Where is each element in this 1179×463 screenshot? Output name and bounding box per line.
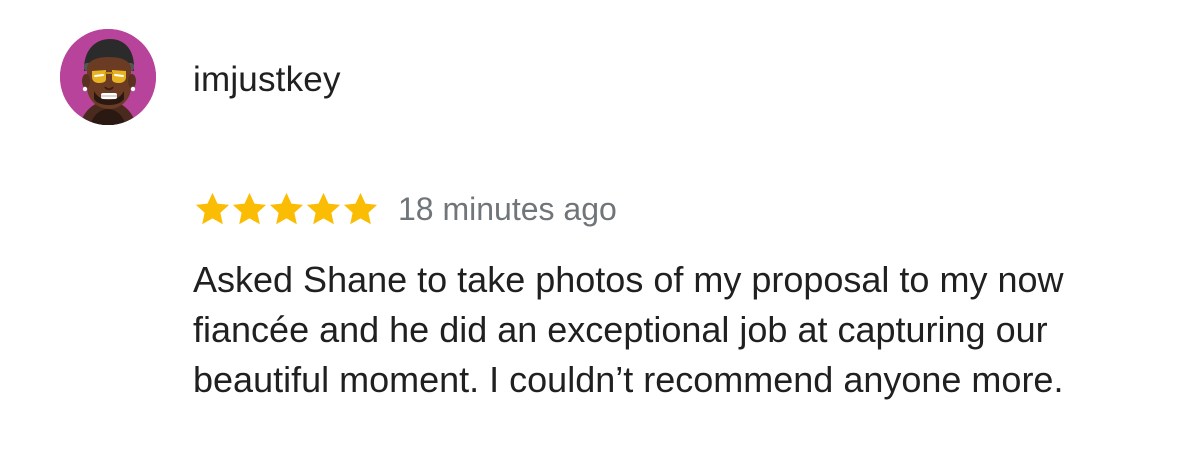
star-rating <box>193 190 378 229</box>
avatar[interactable] <box>60 29 156 125</box>
review-timestamp: 18 minutes ago <box>398 191 617 227</box>
review-body: Asked Shane to take photos of my proposa… <box>193 259 1064 400</box>
star-icon <box>304 190 343 229</box>
star-icon <box>230 190 269 229</box>
star-icon <box>193 190 232 229</box>
reviewer-name[interactable]: imjustkey <box>193 60 341 100</box>
star-icon <box>341 190 380 229</box>
review-card: imjustkey 18 minutes ago Asked Shane to … <box>0 0 1179 463</box>
star-icon <box>267 190 306 229</box>
avatar-cartoon-face-icon <box>60 29 156 125</box>
rating-row: 18 minutes ago <box>193 186 617 232</box>
